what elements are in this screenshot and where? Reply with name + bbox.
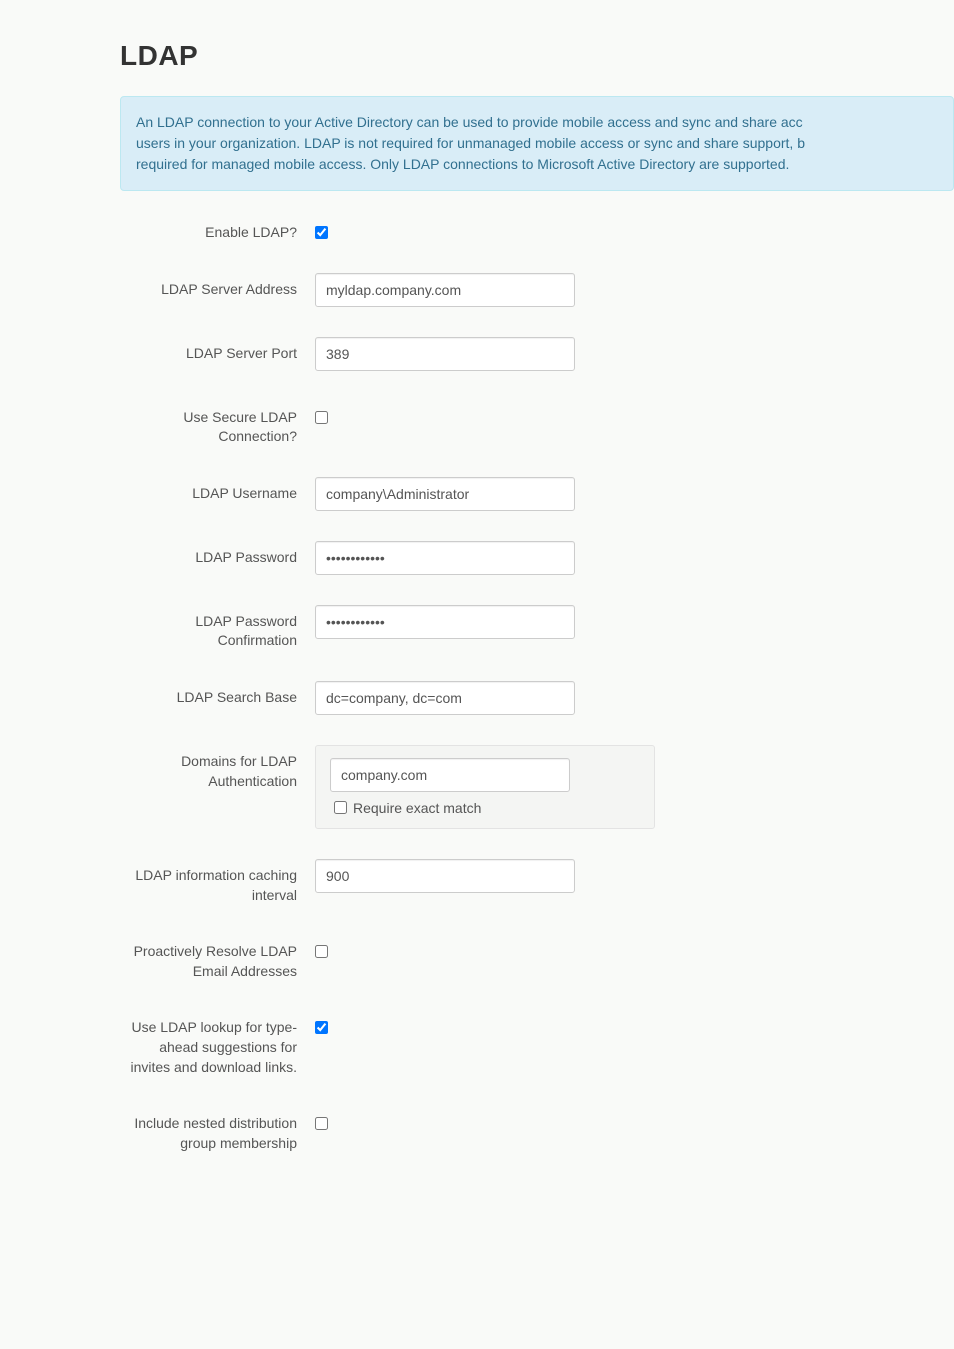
info-line-3: required for managed mobile access. Only… bbox=[136, 154, 938, 175]
server-port-input[interactable] bbox=[315, 337, 575, 371]
domains-box: Require exact match bbox=[315, 745, 655, 829]
info-line-1: An LDAP connection to your Active Direct… bbox=[136, 112, 938, 133]
info-line-2: users in your organization. LDAP is not … bbox=[136, 133, 938, 154]
caching-interval-label: LDAP information caching interval bbox=[120, 859, 315, 905]
server-address-input[interactable] bbox=[315, 273, 575, 307]
search-base-input[interactable] bbox=[315, 681, 575, 715]
secure-connection-label: Use Secure LDAP Connection? bbox=[120, 401, 315, 447]
proactive-resolve-checkbox[interactable] bbox=[315, 945, 328, 958]
server-port-label: LDAP Server Port bbox=[120, 337, 315, 364]
proactive-resolve-label: Proactively Resolve LDAP Email Addresses bbox=[120, 935, 315, 981]
password-confirm-input[interactable] bbox=[315, 605, 575, 639]
typeahead-label: Use LDAP lookup for type-ahead suggestio… bbox=[120, 1011, 315, 1077]
enable-ldap-label: Enable LDAP? bbox=[120, 216, 315, 243]
typeahead-checkbox[interactable] bbox=[315, 1021, 328, 1034]
exact-match-label: Require exact match bbox=[353, 800, 481, 816]
page-title: LDAP bbox=[120, 40, 954, 72]
username-label: LDAP Username bbox=[120, 477, 315, 504]
password-input[interactable] bbox=[315, 541, 575, 575]
info-banner: An LDAP connection to your Active Direct… bbox=[120, 96, 954, 191]
exact-match-checkbox[interactable] bbox=[334, 801, 347, 814]
password-confirm-label: LDAP Password Confirmation bbox=[120, 605, 315, 651]
password-label: LDAP Password bbox=[120, 541, 315, 568]
domains-label: Domains for LDAP Authentication bbox=[120, 745, 315, 791]
nested-groups-label: Include nested distribution group member… bbox=[120, 1107, 315, 1153]
secure-connection-checkbox[interactable] bbox=[315, 411, 328, 424]
username-input[interactable] bbox=[315, 477, 575, 511]
caching-interval-input[interactable] bbox=[315, 859, 575, 893]
nested-groups-checkbox[interactable] bbox=[315, 1117, 328, 1130]
domains-input[interactable] bbox=[330, 758, 570, 792]
search-base-label: LDAP Search Base bbox=[120, 681, 315, 708]
enable-ldap-checkbox[interactable] bbox=[315, 226, 328, 239]
server-address-label: LDAP Server Address bbox=[120, 273, 315, 300]
